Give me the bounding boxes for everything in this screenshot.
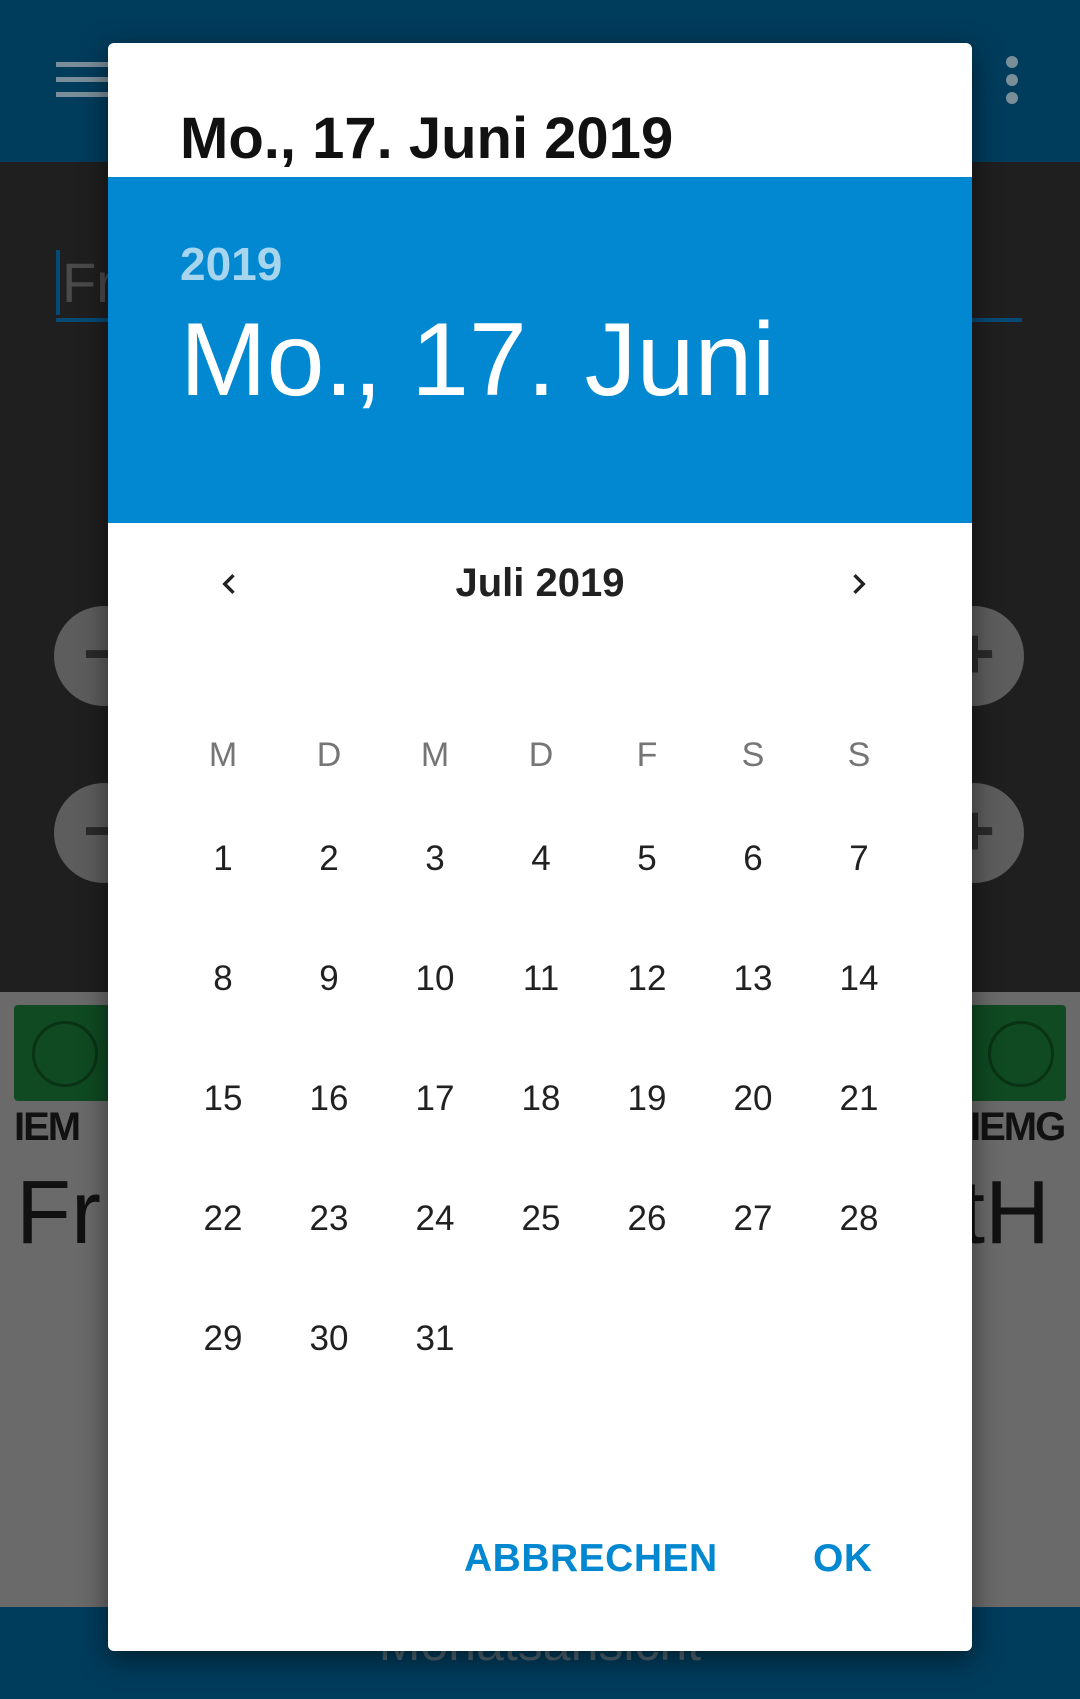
- weekday-label: D: [316, 736, 342, 774]
- day-cell[interactable]: 22: [170, 1193, 276, 1313]
- month-navigation: Juli 2019: [108, 549, 972, 619]
- background-heading: tH: [960, 1163, 1050, 1263]
- dialog-actions: ABBRECHEN OK: [108, 1537, 972, 1597]
- day-cell[interactable]: 3: [382, 833, 488, 953]
- day-cell[interactable]: 24: [382, 1193, 488, 1313]
- day-cell[interactable]: 28: [806, 1193, 912, 1313]
- day-cell[interactable]: 19: [594, 1073, 700, 1193]
- menu-icon[interactable]: [56, 62, 110, 98]
- header-selected-date[interactable]: Mo., 17. Juni: [180, 301, 775, 420]
- weekday-label: M: [208, 736, 238, 774]
- day-cell[interactable]: 4: [488, 833, 594, 953]
- date-header: 2019 Mo., 17. Juni: [108, 177, 972, 523]
- day-cell[interactable]: 6: [700, 833, 806, 953]
- next-month-button[interactable]: [824, 549, 894, 619]
- calendar-day-grid: 1 2 3 4 5 6 7 8 9 10 11 12 13 14 15 16 1…: [170, 833, 912, 1433]
- weekday-label: S: [847, 736, 871, 774]
- background-heading: Fr: [16, 1163, 101, 1263]
- day-cell[interactable]: 23: [276, 1193, 382, 1313]
- day-cell[interactable]: 30: [276, 1313, 382, 1433]
- day-cell[interactable]: 21: [806, 1073, 912, 1193]
- chevron-right-icon: [853, 574, 866, 594]
- day-cell[interactable]: 10: [382, 953, 488, 1073]
- day-cell[interactable]: 26: [594, 1193, 700, 1313]
- more-vert-icon[interactable]: [1006, 56, 1022, 106]
- day-cell[interactable]: 14: [806, 953, 912, 1073]
- day-cell[interactable]: 29: [170, 1313, 276, 1433]
- weekday-label: D: [528, 736, 554, 774]
- day-cell[interactable]: 15: [170, 1073, 276, 1193]
- day-cell[interactable]: 5: [594, 833, 700, 953]
- cancel-button[interactable]: ABBRECHEN: [464, 1537, 718, 1581]
- globe-icon: [970, 1005, 1066, 1101]
- day-cell[interactable]: 7: [806, 833, 912, 953]
- weekday-label: S: [741, 736, 765, 774]
- weekday-label: F: [636, 736, 658, 774]
- organization-logo: IEM: [14, 1005, 110, 1165]
- day-cell[interactable]: 16: [276, 1073, 382, 1193]
- day-cell[interactable]: 18: [488, 1073, 594, 1193]
- day-cell[interactable]: 2: [276, 833, 382, 953]
- day-cell[interactable]: 11: [488, 953, 594, 1073]
- logo-word: IEM: [14, 1105, 81, 1149]
- day-cell[interactable]: 8: [170, 953, 276, 1073]
- day-cell[interactable]: 20: [700, 1073, 806, 1193]
- day-cell[interactable]: 9: [276, 953, 382, 1073]
- day-cell[interactable]: 12: [594, 953, 700, 1073]
- weekday-label: M: [420, 736, 450, 774]
- day-cell[interactable]: 1: [170, 833, 276, 953]
- weekday-header: M D M D F S S: [170, 736, 912, 775]
- date-picker-dialog: Mo., 17. Juni 2019 2019 Mo., 17. Juni Ju…: [108, 43, 972, 1651]
- dialog-title: Mo., 17. Juni 2019: [180, 106, 674, 171]
- organization-logo: IEMG: [970, 1005, 1066, 1165]
- day-cell[interactable]: 13: [700, 953, 806, 1073]
- day-cell[interactable]: 31: [382, 1313, 488, 1433]
- day-cell[interactable]: 17: [382, 1073, 488, 1193]
- ok-button[interactable]: OK: [813, 1537, 873, 1581]
- logo-word: IEMG: [970, 1105, 1066, 1149]
- globe-icon: [14, 1005, 110, 1101]
- header-year[interactable]: 2019: [180, 237, 282, 291]
- day-cell[interactable]: 25: [488, 1193, 594, 1313]
- day-cell[interactable]: 27: [700, 1193, 806, 1313]
